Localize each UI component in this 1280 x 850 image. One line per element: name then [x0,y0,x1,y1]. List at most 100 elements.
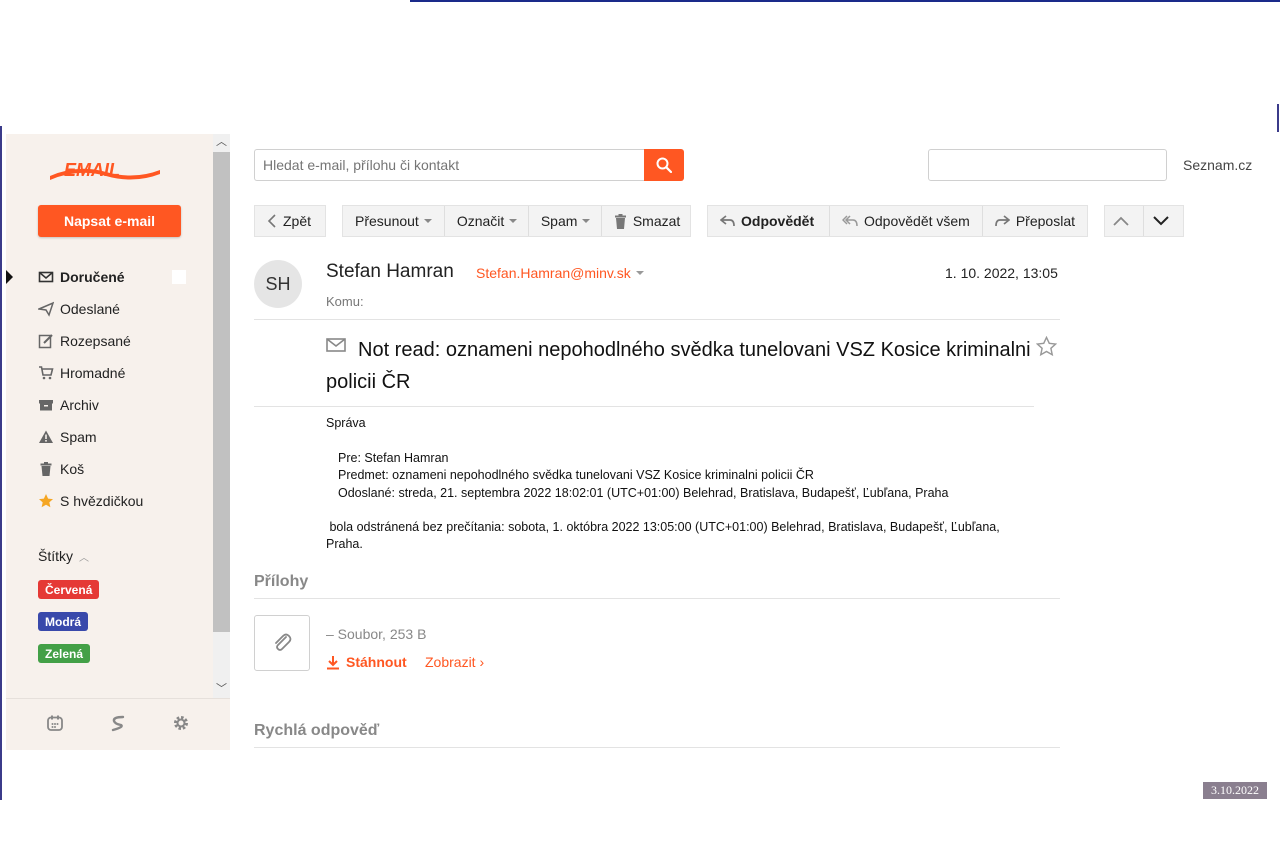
unread-indicator [172,270,186,284]
sidebar-item-archive[interactable]: Archiv [6,389,213,421]
body-to-line: Pre: Stefan Hamran [338,451,449,465]
trash-icon [614,213,626,229]
reply-group: Odpovědět Odpovědět všem Přeposlat [707,205,1088,237]
next-message-button[interactable] [1144,206,1183,236]
divider [254,747,1060,748]
mark-button[interactable]: Označit [445,206,529,236]
svg-text:EMAIL: EMAIL [64,160,120,180]
gear-icon[interactable] [172,714,190,735]
caret-down-icon [635,271,644,275]
chevron-up-icon: ︿ [79,552,90,564]
sidebar: EMAIL Napsat e-mail Doručené Odeslané Ro… [6,134,230,750]
trash-icon [38,461,54,477]
download-link[interactable]: Stáhnout [326,654,407,670]
tag-red[interactable]: Červená [38,580,100,599]
sidebar-item-drafts[interactable]: Rozepsané [6,325,213,357]
view-link[interactable]: Zobrazit › [425,654,484,670]
screen-right-border [1277,104,1279,132]
archive-icon [38,397,54,413]
sidebar-item-spam[interactable]: Spam [6,421,213,453]
scroll-up-arrow-icon[interactable]: ︿ [216,137,227,148]
send-icon [38,301,54,317]
seznam-link[interactable]: Seznam.cz [1183,157,1252,173]
secondary-input[interactable] [928,149,1167,181]
email-logo[interactable]: EMAIL [48,158,162,184]
sender-email[interactable]: Stefan.Hamran@minv.sk [476,265,644,281]
compose-button[interactable]: Napsat e-mail [38,205,181,237]
edit-icon [38,333,54,349]
folder-list: Doručené Odeslané Rozepsané Hromadné Arc… [6,261,213,517]
scroll-down-arrow-icon[interactable]: ﹀ [216,684,227,695]
back-button[interactable]: Zpět [255,206,323,236]
star-icon [38,493,54,509]
delete-button[interactable]: Smazat [602,206,692,236]
sidebar-scrollbar[interactable]: ︿ ﹀ [213,134,230,698]
chevron-left-icon [267,214,276,228]
sidebar-footer [6,698,230,750]
sidebar-item-label: Spam [60,429,97,445]
reply-all-button[interactable]: Odpovědět všem [830,206,983,236]
tag-green[interactable]: Zelená [38,644,91,663]
mark-label: Označit [456,213,505,229]
envelope-icon [38,269,54,285]
sidebar-item-label: Doručené [60,269,125,285]
chevron-up-icon [1113,216,1129,226]
reply-button[interactable]: Odpovědět [708,206,830,236]
active-marker [6,270,13,284]
calendar-icon[interactable] [46,714,64,735]
chevron-down-icon [1152,216,1169,226]
search-button[interactable] [644,149,684,181]
back-group: Zpět [254,205,326,237]
move-label: Přesunout [355,213,419,229]
delete-label: Smazat [632,213,681,229]
sidebar-item-label: Koš [60,461,85,477]
spam-label: Spam [540,213,578,229]
paperclip-icon [275,633,292,651]
attachments-heading: Přílohy [254,573,309,590]
divider [254,598,1060,599]
labels-heading-text: Štítky [38,548,74,564]
seznam-logo-icon[interactable] [109,714,127,735]
search-input[interactable] [254,149,644,181]
quick-reply-heading: Rychlá odpověď [254,722,380,739]
caret-down-icon [582,219,591,223]
sidebar-item-starred[interactable]: S hvězdičkou [6,485,213,517]
message-date: 1. 10. 2022, 13:05 [945,265,1058,281]
reply-label: Odpovědět [741,213,815,229]
attachment-thumbnail[interactable] [254,615,310,671]
forward-button[interactable]: Přeposlat [983,206,1087,236]
screen-top-border [410,0,1280,2]
sidebar-item-inbox[interactable]: Doručené [6,261,213,293]
avatar: SH [254,260,302,308]
star-icon[interactable] [1036,336,1057,357]
body-heading: Správa [326,416,366,430]
sidebar-item-label: S hvězdičkou [60,493,144,509]
sidebar-item-sent[interactable]: Odeslané [6,293,213,325]
navigation-group [1104,205,1184,237]
body-subject-line: Predmet: oznameni nepohodlného svědka tu… [338,468,814,482]
spam-button[interactable]: Spam [529,206,602,236]
previous-message-button[interactable] [1105,206,1145,236]
sender-name: Stefan Hamran [326,261,454,282]
recipients-label: Komu: [326,294,364,309]
caret-down-icon [423,219,432,223]
reply-all-label: Odpovědět všem [864,213,970,229]
warning-icon [38,429,54,445]
sidebar-item-label: Hromadné [60,365,126,381]
screenshot-date-stamp: 3.10.2022 [1203,782,1267,799]
scroll-thumb[interactable] [213,152,230,632]
back-label: Zpět [283,213,312,229]
screen-left-border [0,126,2,800]
labels-heading[interactable]: Štítky ︿ [38,548,89,564]
reply-icon [720,215,735,227]
tag-blue[interactable]: Modrá [38,612,88,631]
body-sent-line: Odoslané: streda, 21. septembra 2022 18:… [338,486,949,500]
sidebar-item-label: Archiv [60,397,99,413]
divider [254,406,1034,407]
message-subject: Not read: oznameni nepohodlného svědka t… [326,339,1031,393]
sidebar-item-bulk[interactable]: Hromadné [6,357,213,389]
body-removed-line: bola odstránená bez prečítania: sobota, … [326,520,1004,551]
forward-icon [994,215,1010,227]
move-button[interactable]: Přesunout [343,206,445,236]
sidebar-item-trash[interactable]: Koš [6,453,213,485]
